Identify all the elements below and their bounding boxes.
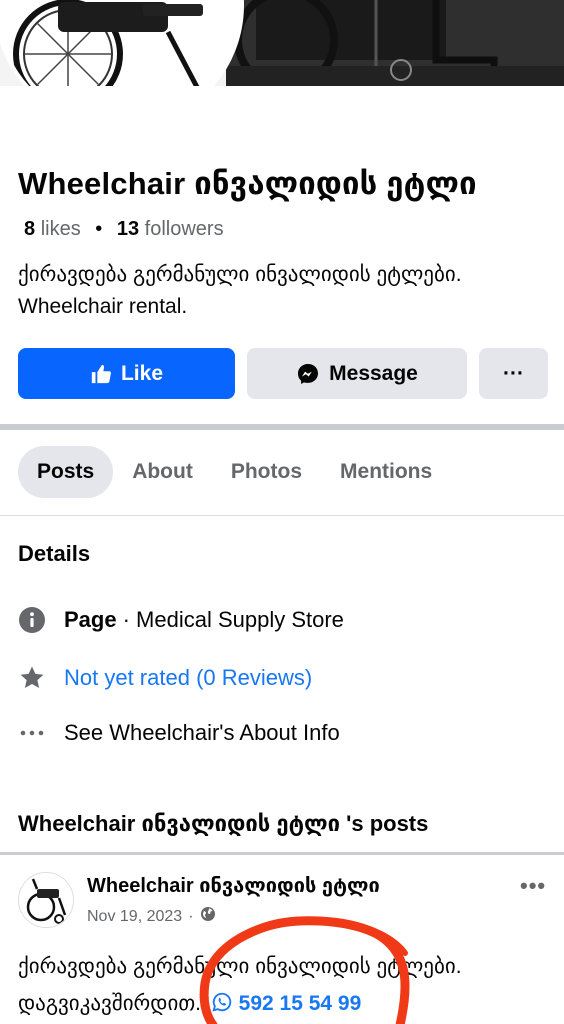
tab-about[interactable]: About [113,446,212,498]
like-button[interactable]: Like [18,348,235,399]
page-bio: ქირავდება გერმანული ინვალიდის ეტლები. Wh… [18,263,462,318]
post-avatar[interactable] [18,872,74,928]
detail-rating: Not yet rated (0 Reviews) [18,664,312,692]
cover-photo[interactable] [226,0,564,86]
post-text-line-1: ქირავდება გერმანული ინვალიდის ეტლები. [18,955,462,978]
section-divider [0,424,564,430]
followers-count[interactable]: 13 [117,218,139,240]
post-body: ქირავდება გერმანული ინვალიდის ეტლები. და… [18,948,558,1022]
profile-tabs: Posts About Photos Mentions [18,446,451,498]
tab-photos[interactable]: Photos [212,446,321,498]
more-options-button[interactable]: ··· [479,348,548,399]
post-date[interactable]: Nov 19, 2023 [87,908,182,926]
phone-link[interactable]: 592 15 54 99 [239,992,362,1015]
post-author[interactable]: Wheelchair ინვალიდის ეტლი [87,873,380,898]
meta-separator: · [188,907,194,925]
page-stats: 8 likes • 13 followers [24,218,224,241]
wheelchair-cover-image [226,0,564,86]
details-title: Details [18,541,91,566]
cover-area [0,0,564,86]
message-label: Message [329,361,418,385]
likes-count[interactable]: 8 [24,218,35,240]
whatsapp-icon [211,991,233,1013]
reviews-link[interactable]: Not yet rated (0 Reviews) [64,665,312,691]
page-title: Wheelchair ინვალიდის ეტლი [18,166,477,201]
tab-mentions[interactable]: Mentions [321,446,451,498]
post-text-line-2: დაგვიკავშირდით. 592 15 54 99 [18,985,558,1022]
thumbs-up-icon [90,363,112,385]
more-icon: ··· [503,361,524,385]
post-text-contact: დაგვიკავშირდით. [18,992,201,1015]
detail-page-category: Page · Medical Supply Store [18,606,344,634]
about-info-link[interactable]: See Wheelchair's About Info [64,720,340,746]
page-category: · Medical Supply Store [122,607,344,632]
messenger-icon [296,362,320,386]
followers-label[interactable]: followers [145,218,224,240]
wheelchair-profile-image [0,0,240,86]
posts-divider [0,852,564,855]
ellipsis-icon [18,719,46,747]
post-options-icon[interactable]: ••• [520,873,546,899]
wheelchair-avatar-image [19,873,73,927]
detail-about-info[interactable]: See Wheelchair's About Info [18,719,340,747]
info-icon [18,606,46,634]
profile-picture[interactable] [0,0,244,86]
post-meta: Nov 19, 2023 · [87,906,216,927]
tabs-divider [0,515,564,516]
tab-posts[interactable]: Posts [18,446,114,498]
page-label: Page [64,607,117,632]
posts-section-title: Wheelchair ინვალიდის ეტლი 's posts [18,811,429,836]
stats-separator: • [95,218,103,240]
globe-icon [200,906,216,927]
like-label: Like [120,361,164,385]
star-icon [18,664,46,692]
likes-label[interactable]: likes [41,218,81,240]
message-button[interactable]: Message [247,348,467,399]
